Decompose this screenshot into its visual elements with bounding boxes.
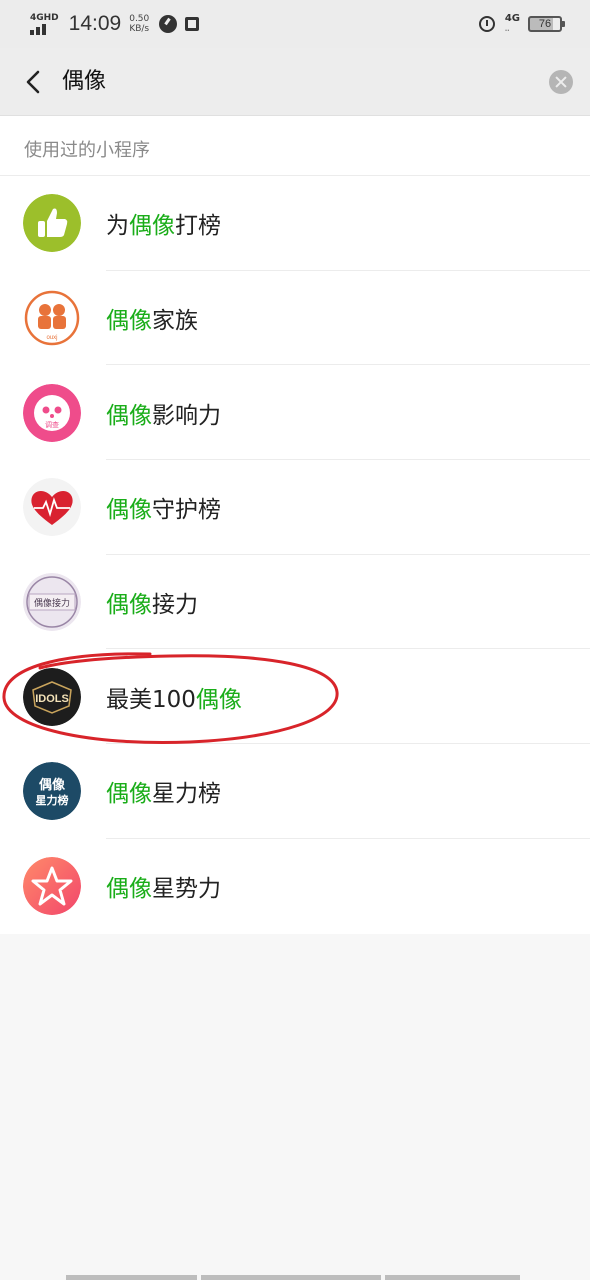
speed-unit: KB/s xyxy=(129,24,150,34)
thumbs-up-icon xyxy=(23,194,81,253)
bottom-gesture-bar xyxy=(66,1275,524,1280)
idols-logo-icon: IDOLS xyxy=(23,667,81,726)
battery-icon: 76 xyxy=(528,16,565,32)
speed-value: 0.50 xyxy=(129,14,150,24)
status-right: 4G ‥ 76 xyxy=(478,13,565,34)
status-left: 4GHD 14:09 0.50 KB/s xyxy=(30,12,200,36)
clear-circle-icon[interactable] xyxy=(549,70,573,94)
alarm-icon xyxy=(478,16,495,32)
idols-logo-text: IDOLS xyxy=(35,693,69,705)
relay-logo-text: 偶像接力 xyxy=(34,597,70,609)
list-item[interactable]: 偶像守护榜 xyxy=(0,460,590,555)
app-name: 偶像接力 xyxy=(106,592,198,619)
list-item[interactable]: 调查 偶像影响力 xyxy=(0,365,590,460)
signal-icon: 4GHD xyxy=(30,13,59,35)
pink-face-icon: 调查 xyxy=(23,383,81,442)
app-name: 最美100偶像 xyxy=(106,686,242,713)
face-logo-text: 调查 xyxy=(45,420,59,429)
list-item[interactable]: 偶像星势力 xyxy=(0,839,590,934)
star-icon xyxy=(23,857,81,916)
relay-badge-icon: 偶像接力 xyxy=(23,573,81,632)
screenshot-icon xyxy=(185,17,200,31)
list-item[interactable]: 偶像接力 偶像接力 xyxy=(0,555,590,650)
search-results: 使用过的小程序 为偶像打榜 ouxj 偶像家族 调查 偶像影响力 偶像守护榜 偶… xyxy=(0,116,590,934)
star-power-logo-text-top: 偶像 xyxy=(39,777,66,793)
network-speed: 0.50 KB/s xyxy=(129,14,149,34)
search-input[interactable]: 偶像 xyxy=(62,66,106,98)
app-name: 为偶像打榜 xyxy=(106,213,221,240)
list-item[interactable]: ouxj 偶像家族 xyxy=(0,271,590,366)
compass-icon xyxy=(159,15,178,33)
section-title: 使用过的小程序 xyxy=(0,116,590,176)
list-item[interactable]: 为偶像打榜 xyxy=(0,176,590,271)
list-item[interactable]: 偶像 星力榜 偶像星力榜 xyxy=(0,744,590,839)
family-logo-icon: ouxj xyxy=(23,289,81,348)
clock: 14:09 xyxy=(68,12,122,35)
battery-level: 76 xyxy=(538,18,552,30)
app-name: 偶像影响力 xyxy=(106,402,221,429)
mobile-network-label: 4G xyxy=(504,13,520,24)
app-name: 偶像家族 xyxy=(106,308,198,335)
search-header: 偶像 xyxy=(0,48,590,116)
star-power-logo-icon: 偶像 星力榜 xyxy=(23,762,81,821)
chevron-left-icon[interactable] xyxy=(22,68,48,96)
star-power-logo-text-bottom: 星力榜 xyxy=(36,793,69,807)
mobile-network: 4G ‥ xyxy=(504,13,520,34)
network-type: 4GHD xyxy=(30,13,59,23)
list-item[interactable]: IDOLS 最美100偶像 xyxy=(0,649,590,744)
app-name: 偶像守护榜 xyxy=(106,497,221,524)
family-logo-text: ouxj xyxy=(46,335,57,341)
app-name: 偶像星势力 xyxy=(106,876,221,903)
heart-icon xyxy=(23,478,81,537)
app-name: 偶像星力榜 xyxy=(106,781,221,808)
status-bar: 4GHD 14:09 0.50 KB/s 4G ‥ 76 xyxy=(0,0,590,48)
